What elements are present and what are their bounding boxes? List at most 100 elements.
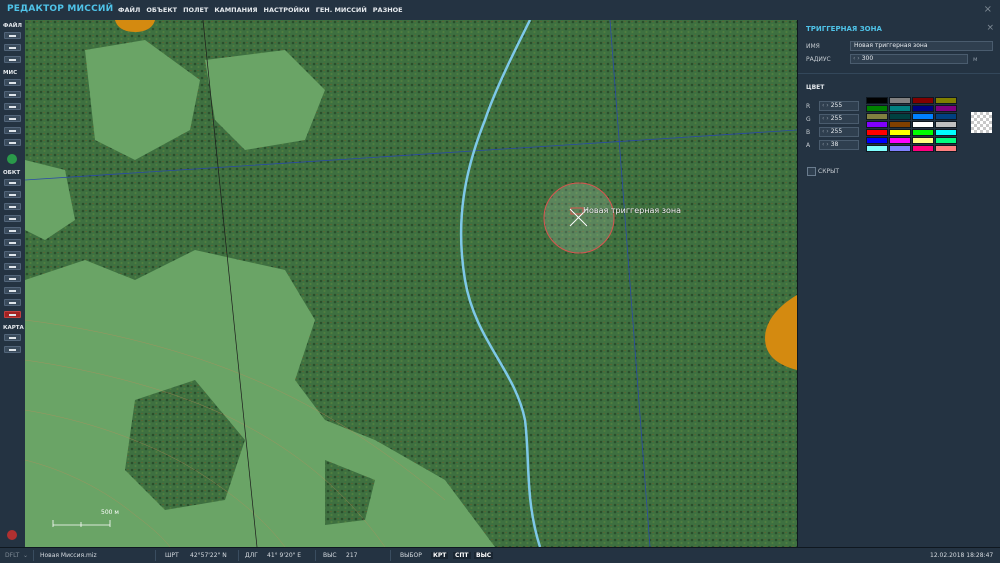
globe-icon[interactable] [7,154,17,164]
menu-campaign[interactable]: КАМПАНИЯ [214,6,257,14]
palette-swatch[interactable] [935,129,957,136]
delete-object-button[interactable] [4,311,21,318]
mission-goals-button[interactable] [4,115,21,122]
status-bar: DFLT ⌄ Новая Миссия.miz ШРТ 42°57'22" N … [0,547,1000,563]
mission-briefing-button[interactable] [4,79,21,86]
mission-check-button[interactable] [4,139,21,146]
app-close-icon[interactable]: × [984,4,992,15]
radius-spinner[interactable]: ‹ › 300 [850,54,968,64]
palette-swatch[interactable] [889,113,911,120]
mission-triggers-button[interactable] [4,103,21,110]
palette-swatch[interactable] [889,145,911,152]
add-static-button[interactable] [4,227,21,234]
palette-swatch[interactable] [912,137,934,144]
mission-weather-button[interactable] [4,91,21,98]
save-file-button[interactable] [4,56,21,63]
altitude-mode-button[interactable]: ВЫС [474,552,494,559]
palette-swatch[interactable] [866,121,888,128]
new-file-button[interactable] [4,32,21,39]
b-arrows-icon[interactable]: ‹ › [820,128,831,135]
menu-misc[interactable]: РАЗНОЕ [373,6,403,14]
status-separator [390,550,391,561]
lon-label: ДЛГ [245,552,258,559]
add-aircraft-button[interactable] [4,179,21,186]
map-view[interactable]: Новая триггерная зона 500 м [25,20,797,547]
map-mode-button[interactable]: КРТ [431,552,449,559]
name-label: ИМЯ [806,43,820,50]
palette-swatch[interactable] [866,105,888,112]
add-template-button[interactable] [4,251,21,258]
status-separator [155,550,156,561]
menu-mission-generator[interactable]: ГЕН. МИССИЙ [316,6,367,14]
menu-settings[interactable]: НАСТРОЙКИ [264,6,310,14]
palette-swatch[interactable] [889,97,911,104]
add-ship-button[interactable] [4,215,21,222]
status-separator [33,550,34,561]
scale-bar-label: 500 м [101,509,119,516]
add-nav-point-button[interactable] [4,275,21,282]
add-shapes-button[interactable] [4,299,21,306]
add-ground-unit-button[interactable] [4,203,21,210]
hidden-checkbox[interactable] [807,167,816,176]
lat-label: ШРТ [165,552,179,559]
palette-swatch[interactable] [912,129,934,136]
section-mission: МИС [3,70,18,76]
g-spinner[interactable]: ‹ › 255 [819,114,859,124]
palette-swatch[interactable] [935,97,957,104]
hidden-label: СКРЫТ [818,168,840,175]
map-ruler-button[interactable] [4,346,21,353]
a-spinner[interactable]: ‹ › 38 [819,140,859,150]
add-zone-button[interactable] [4,239,21,246]
b-spinner[interactable]: ‹ › 255 [819,127,859,137]
palette-swatch[interactable] [866,113,888,120]
a-value: 38 [830,141,839,148]
profile-selector[interactable]: DFLT [5,552,19,559]
open-file-button[interactable] [4,44,21,51]
menu-file[interactable]: ФАЙЛ [118,6,140,14]
palette-swatch[interactable] [866,97,888,104]
map-options-button[interactable] [4,334,21,341]
palette-swatch[interactable] [912,97,934,104]
r-arrows-icon[interactable]: ‹ › [820,102,831,109]
a-arrows-icon[interactable]: ‹ › [820,141,831,148]
r-spinner[interactable]: ‹ › 255 [819,101,859,111]
spin-arrows-icon[interactable]: ‹ › [851,55,862,62]
alt-value: 217 [346,552,358,559]
palette-swatch[interactable] [935,113,957,120]
add-trigger-zone-button[interactable] [4,263,21,270]
satellite-mode-button[interactable]: СПТ [453,552,471,559]
flag-icon[interactable] [7,530,17,540]
palette-swatch[interactable] [912,113,934,120]
panel-close-icon[interactable]: × [986,23,994,33]
palette-swatch[interactable] [935,121,957,128]
chevron-down-icon[interactable]: ⌄ [23,552,28,559]
add-bullseye-button[interactable] [4,287,21,294]
palette-swatch[interactable] [912,145,934,152]
palette-swatch[interactable] [866,145,888,152]
palette-swatch[interactable] [866,129,888,136]
r-label: R [806,103,811,110]
trigger-zone-panel: ТРИГГЕРНАЯ ЗОНА × ИМЯ Новая триггерная з… [797,20,1000,547]
palette-swatch[interactable] [935,105,957,112]
mission-resources-button[interactable] [4,127,21,134]
palette-swatch[interactable] [935,137,957,144]
zone-name-input[interactable]: Новая триггерная зона [850,41,993,51]
palette-swatch[interactable] [912,121,934,128]
palette-swatch[interactable] [912,105,934,112]
main-menu: ФАЙЛ ОБЪЕКТ ПОЛЕТ КАМПАНИЯ НАСТРОЙКИ ГЕН… [118,6,403,14]
g-arrows-icon[interactable]: ‹ › [820,115,831,122]
palette-swatch[interactable] [889,137,911,144]
add-helicopter-button[interactable] [4,191,21,198]
mission-file-name: Новая Миссия.miz [40,552,97,559]
palette-swatch[interactable] [889,129,911,136]
trigger-zone-label[interactable]: Новая триггерная зона [583,206,681,215]
palette-swatch[interactable] [866,137,888,144]
menu-flight[interactable]: ПОЛЕТ [183,6,208,14]
palette-swatch[interactable] [935,145,957,152]
menu-object[interactable]: ОБЪЕКТ [146,6,177,14]
palette-swatch[interactable] [889,105,911,112]
radius-unit: м [973,56,978,63]
palette-swatch[interactable] [889,121,911,128]
b-label: B [806,129,811,136]
g-value: 255 [830,115,843,122]
